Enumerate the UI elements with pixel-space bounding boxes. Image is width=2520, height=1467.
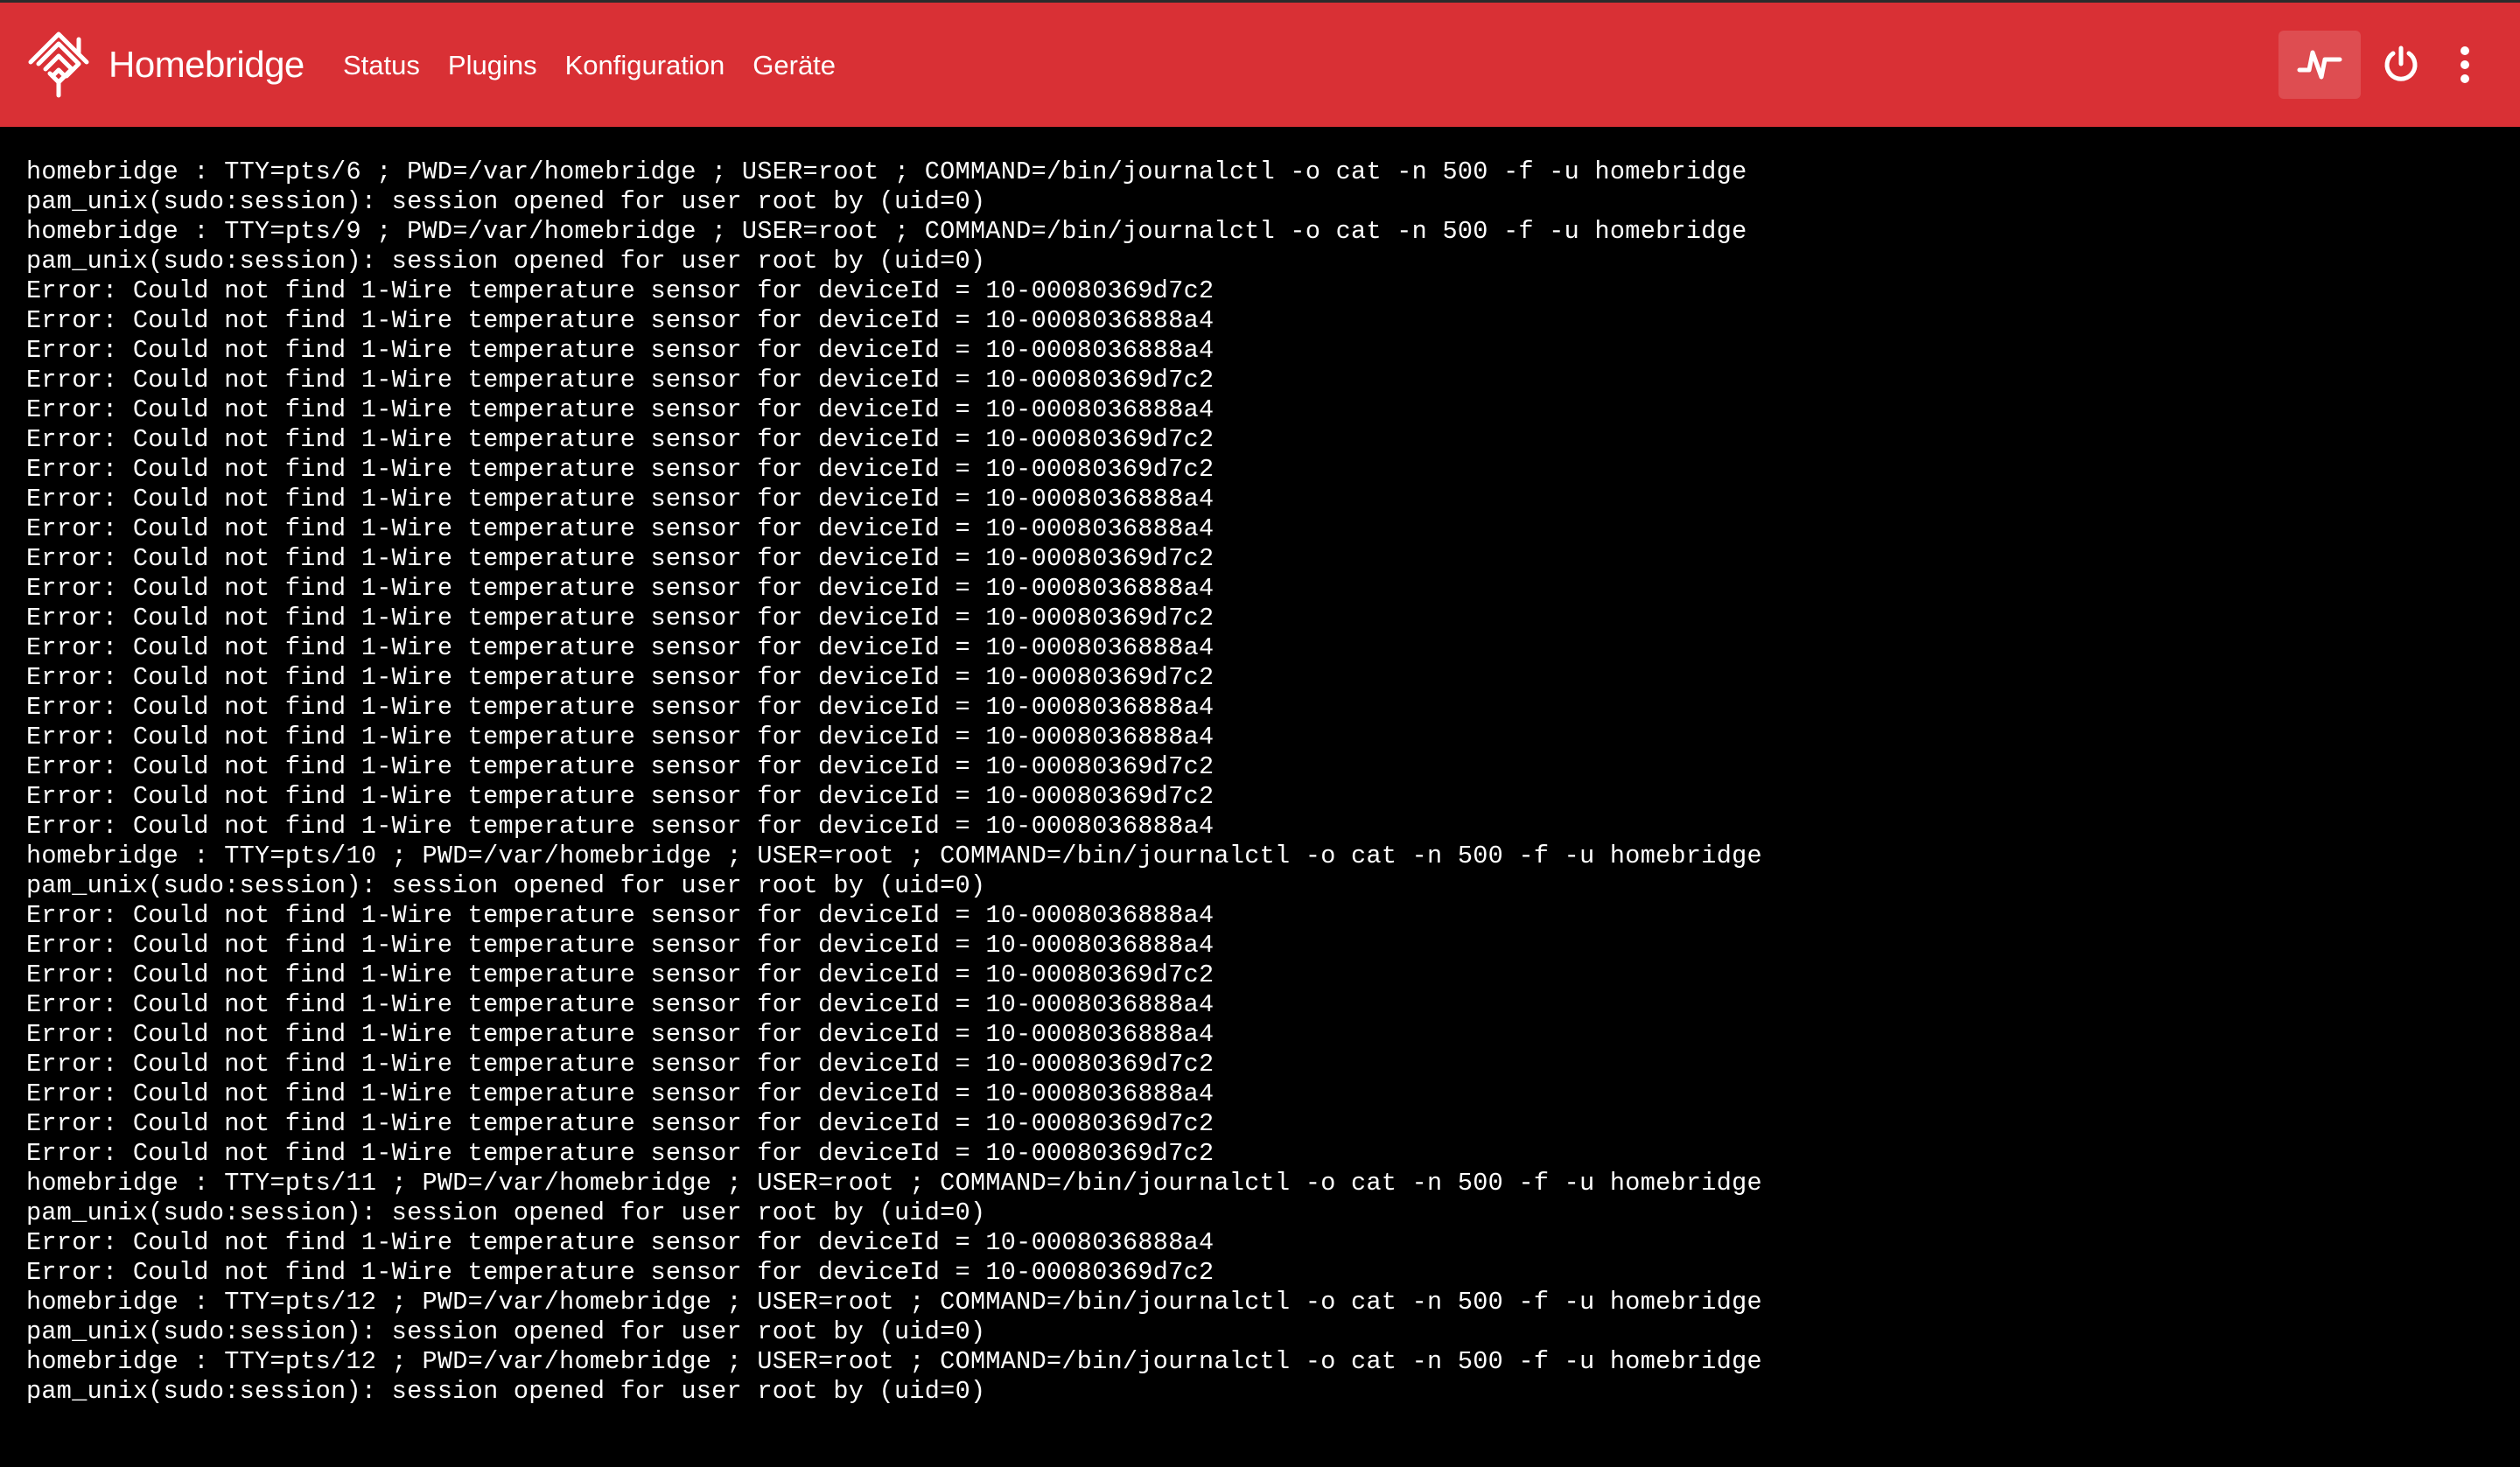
log-line: Error: Could not find 1-Wire temperature…	[26, 990, 1214, 1019]
log-line: Error: Could not find 1-Wire temperature…	[26, 425, 1214, 454]
log-line: pam_unix(sudo:session): session opened f…	[26, 1377, 986, 1406]
nav-plugins[interactable]: Plugins	[448, 52, 537, 79]
top-navbar: Homebridge Status Plugins Konfiguration …	[0, 0, 2520, 127]
log-line: Error: Could not find 1-Wire temperature…	[26, 574, 1214, 603]
logs-button[interactable]	[2278, 31, 2361, 99]
log-line: Error: Could not find 1-Wire temperature…	[26, 1050, 1214, 1079]
log-line: Error: Could not find 1-Wire temperature…	[26, 931, 1214, 960]
log-line: pam_unix(sudo:session): session opened f…	[26, 871, 986, 900]
log-line: Error: Could not find 1-Wire temperature…	[26, 276, 1214, 305]
log-line: pam_unix(sudo:session): session opened f…	[26, 1198, 986, 1227]
log-line: Error: Could not find 1-Wire temperature…	[26, 306, 1214, 335]
log-line: homebridge : TTY=pts/12 ; PWD=/var/homeb…	[26, 1288, 1762, 1317]
log-line: Error: Could not find 1-Wire temperature…	[26, 1020, 1214, 1049]
log-terminal[interactable]: homebridge : TTY=pts/6 ; PWD=/var/homebr…	[26, 157, 2494, 1452]
log-line: homebridge : TTY=pts/11 ; PWD=/var/homeb…	[26, 1169, 1762, 1198]
brand[interactable]: Homebridge	[26, 29, 304, 101]
log-line: Error: Could not find 1-Wire temperature…	[26, 395, 1214, 424]
log-line: Error: Could not find 1-Wire temperature…	[26, 901, 1214, 930]
more-vertical-icon	[2460, 46, 2469, 83]
log-line: Error: Could not find 1-Wire temperature…	[26, 1109, 1214, 1138]
log-line: Error: Could not find 1-Wire temperature…	[26, 633, 1214, 662]
power-button[interactable]	[2366, 31, 2436, 99]
log-line: homebridge : TTY=pts/10 ; PWD=/var/homeb…	[26, 842, 1762, 870]
log-line: Error: Could not find 1-Wire temperature…	[26, 604, 1214, 632]
log-line: Error: Could not find 1-Wire temperature…	[26, 1228, 1214, 1257]
nav-status[interactable]: Status	[343, 52, 420, 79]
log-line: Error: Could not find 1-Wire temperature…	[26, 723, 1214, 751]
brand-name: Homebridge	[108, 44, 304, 85]
log-line: homebridge : TTY=pts/6 ; PWD=/var/homebr…	[26, 157, 1747, 186]
log-line: Error: Could not find 1-Wire temperature…	[26, 782, 1214, 811]
nav-konfiguration[interactable]: Konfiguration	[565, 52, 725, 79]
log-line: Error: Could not find 1-Wire temperature…	[26, 812, 1214, 841]
log-line: Error: Could not find 1-Wire temperature…	[26, 514, 1214, 543]
nav-actions	[2278, 3, 2520, 127]
log-output: homebridge : TTY=pts/6 ; PWD=/var/homebr…	[26, 157, 2494, 1407]
log-line: Error: Could not find 1-Wire temperature…	[26, 693, 1214, 722]
log-line: Error: Could not find 1-Wire temperature…	[26, 544, 1214, 573]
log-line: Error: Could not find 1-Wire temperature…	[26, 752, 1214, 781]
pulse-icon	[2297, 50, 2342, 80]
homebridge-logo-icon	[28, 31, 89, 98]
log-line: Error: Could not find 1-Wire temperature…	[26, 961, 1214, 989]
log-line: homebridge : TTY=pts/9 ; PWD=/var/homebr…	[26, 217, 1747, 246]
log-line: Error: Could not find 1-Wire temperature…	[26, 485, 1214, 513]
log-line: Error: Could not find 1-Wire temperature…	[26, 336, 1214, 365]
log-line: Error: Could not find 1-Wire temperature…	[26, 1258, 1214, 1287]
log-line: Error: Could not find 1-Wire temperature…	[26, 1139, 1214, 1168]
log-line: homebridge : TTY=pts/12 ; PWD=/var/homeb…	[26, 1347, 1762, 1376]
log-line: Error: Could not find 1-Wire temperature…	[26, 455, 1214, 484]
log-line: Error: Could not find 1-Wire temperature…	[26, 663, 1214, 692]
main-nav: Status Plugins Konfiguration Geräte	[343, 3, 864, 127]
more-menu-button[interactable]	[2440, 31, 2490, 99]
power-icon	[2384, 45, 2418, 81]
log-line: Error: Could not find 1-Wire temperature…	[26, 1079, 1214, 1108]
log-line: Error: Could not find 1-Wire temperature…	[26, 366, 1214, 395]
log-line: pam_unix(sudo:session): session opened f…	[26, 247, 986, 276]
log-line: pam_unix(sudo:session): session opened f…	[26, 1317, 986, 1346]
log-line: pam_unix(sudo:session): session opened f…	[26, 187, 986, 216]
nav-geraete[interactable]: Geräte	[752, 52, 836, 79]
